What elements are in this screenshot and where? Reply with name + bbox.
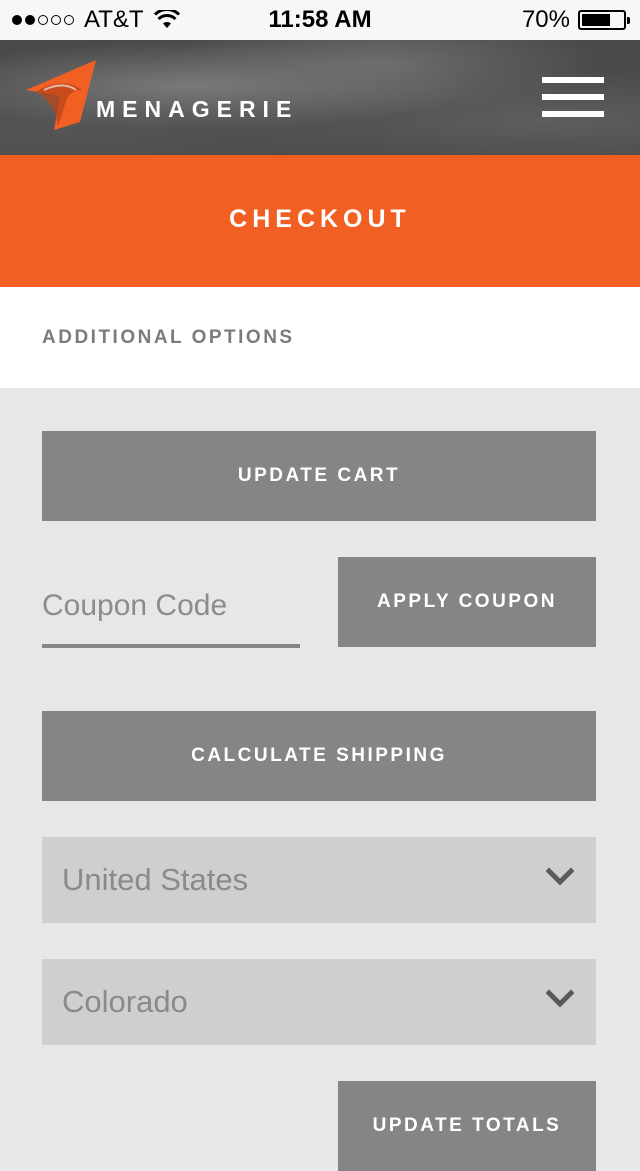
- chevron-down-icon: [546, 867, 574, 886]
- battery-icon: [578, 10, 630, 30]
- chevron-down-icon: [546, 989, 574, 1008]
- menu-line: [542, 77, 604, 83]
- country-select-value: United States: [62, 862, 249, 897]
- apply-coupon-button[interactable]: APPLY COUPON: [338, 557, 596, 647]
- brand-name[interactable]: MENAGERIE: [96, 96, 298, 123]
- battery-percent: 70%: [521, 6, 570, 33]
- menagerie-logo-icon[interactable]: [26, 60, 98, 137]
- site-header: MENAGERIE: [0, 40, 640, 155]
- status-right: 70%: [521, 6, 630, 34]
- status-bar: AT&T 11:58 AM 70%: [0, 0, 640, 40]
- state-select-value: Colorado: [62, 984, 188, 1019]
- calculate-shipping-button[interactable]: CALCULATE SHIPPING: [42, 711, 596, 801]
- menu-line: [542, 94, 604, 100]
- additional-options-section: ADDITIONAL OPTIONS: [0, 287, 640, 388]
- hamburger-menu-icon[interactable]: [542, 77, 604, 117]
- page-title: CHECKOUT: [0, 155, 640, 287]
- coupon-code-input[interactable]: [42, 568, 300, 648]
- menu-line: [542, 111, 604, 117]
- state-select[interactable]: Colorado: [42, 959, 596, 1045]
- update-cart-button[interactable]: UPDATE CART: [42, 431, 596, 521]
- country-select[interactable]: United States: [42, 837, 596, 923]
- section-title: ADDITIONAL OPTIONS: [42, 327, 295, 348]
- battery-fill: [582, 14, 610, 26]
- update-totals-button[interactable]: UPDATE TOTALS: [338, 1081, 596, 1171]
